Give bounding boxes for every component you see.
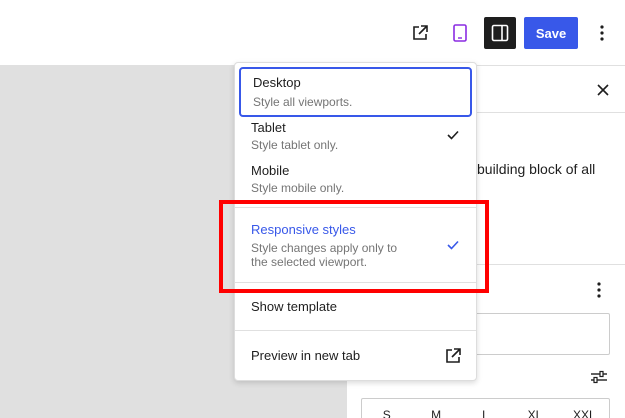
- check-icon: [445, 237, 461, 253]
- menu-separator: [235, 282, 476, 283]
- menu-item-preview-new-tab[interactable]: Preview in new tab: [239, 339, 472, 373]
- menu-item-subtitle: Style tablet only.: [251, 138, 339, 152]
- menu-item-title: Show template: [251, 299, 337, 314]
- external-link-icon: [443, 346, 463, 366]
- menu-item-show-template[interactable]: Show template: [239, 291, 472, 325]
- font-size-option-xxl[interactable]: XXL: [560, 399, 609, 418]
- menu-item-subtitle: Style mobile only.: [251, 181, 345, 195]
- sidebar-toggle-icon: [491, 24, 509, 42]
- save-button[interactable]: Save: [524, 17, 578, 49]
- menu-item-subtitle: Style changes apply only to: [251, 241, 398, 255]
- font-size-option-m[interactable]: M: [411, 399, 460, 418]
- menu-item-title: Tablet: [251, 120, 286, 135]
- menu-item-title: Mobile: [251, 163, 290, 178]
- menu-separator: [235, 207, 476, 208]
- tablet-icon: [453, 24, 467, 42]
- close-icon: [597, 84, 609, 96]
- external-link-icon: [413, 25, 428, 40]
- font-size-option-l[interactable]: L: [461, 399, 510, 418]
- menu-item-subtitle: Style all viewports.: [253, 95, 353, 109]
- top-toolbar: Save: [0, 0, 625, 66]
- options-button[interactable]: [586, 17, 618, 49]
- menu-item-tablet[interactable]: Tablet Style tablet only.: [239, 117, 472, 159]
- sliders-icon: [591, 370, 607, 384]
- check-icon: [445, 127, 461, 143]
- menu-item-title: Preview in new tab: [251, 348, 361, 363]
- device-preview-menu: Desktop Style all viewports. Tablet Styl…: [234, 62, 477, 381]
- menu-item-subtitle: the selected viewport.: [251, 255, 368, 269]
- more-vertical-icon: [597, 282, 601, 298]
- menu-item-title: Desktop: [253, 75, 301, 90]
- block-description: building block of all: [477, 161, 596, 177]
- font-size-picker: S M L XL XXL: [361, 398, 610, 418]
- menu-item-title: Responsive styles: [251, 222, 356, 237]
- menu-separator: [235, 330, 476, 331]
- custom-size-button[interactable]: [587, 365, 611, 389]
- font-size-option-xl[interactable]: XL: [510, 399, 559, 418]
- menu-item-responsive-styles[interactable]: Responsive styles Style changes apply on…: [239, 217, 472, 279]
- close-sidebar-button[interactable]: [591, 78, 615, 102]
- panel-options-button[interactable]: [587, 278, 611, 302]
- menu-item-desktop[interactable]: Desktop Style all viewports.: [239, 67, 472, 117]
- font-size-option-s[interactable]: S: [362, 399, 411, 418]
- view-site-button[interactable]: [404, 17, 436, 49]
- more-vertical-icon: [600, 25, 604, 41]
- settings-sidebar-button[interactable]: [484, 17, 516, 49]
- menu-item-mobile[interactable]: Mobile Style mobile only.: [239, 160, 472, 202]
- device-preview-button[interactable]: [444, 17, 476, 49]
